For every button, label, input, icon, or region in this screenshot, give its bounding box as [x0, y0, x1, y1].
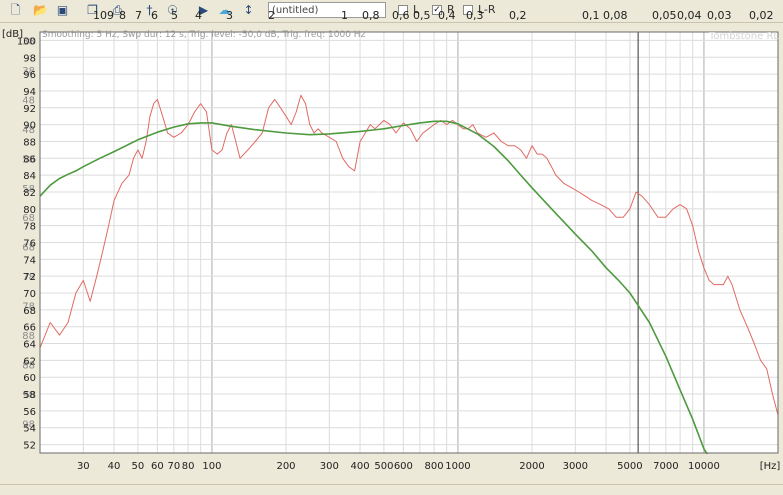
wavelength-tick: 7: [135, 9, 142, 22]
x-tick-label: 60: [151, 461, 164, 472]
wavelength-tick: 0,02: [749, 9, 774, 22]
y-tick-label: 54: [23, 424, 36, 435]
x-tick-label: 200: [276, 461, 295, 472]
wavelength-tick: 0,03: [707, 9, 732, 22]
status-text: Smoothing: 5 Hz, Swp dur: 12 s, Trig. le…: [42, 30, 366, 40]
wavelength-tick: 0,2: [509, 9, 527, 22]
x-tick-label: 70: [167, 461, 180, 472]
save-icon[interactable]: ▣: [55, 3, 70, 18]
y-tick-label: 90: [23, 121, 36, 132]
y-tick-label: 86: [23, 154, 36, 165]
wavelength-tick: 0,05: [652, 9, 677, 22]
x-tick-label: 600: [394, 461, 413, 472]
y-tick-label: 98: [23, 53, 36, 64]
y-tick-label: 56: [23, 407, 36, 418]
x-tick-label: 40: [108, 461, 121, 472]
x-tick-label: 80: [182, 461, 195, 472]
wavelength-tick: 0,1: [582, 9, 600, 22]
wavelength-tick: 0,8: [362, 9, 380, 22]
wavelength-tick: 1: [341, 9, 348, 22]
open-folder-icon[interactable]: 📂: [33, 3, 48, 18]
x-tick-label: 800: [425, 461, 444, 472]
wavelength-tick: 0,4: [438, 9, 456, 22]
y-tick-label: 68: [23, 306, 36, 317]
wavelength-tick: 0,08: [603, 9, 628, 22]
x-tick-label: 50: [132, 461, 145, 472]
y-tick-label: 78: [23, 222, 36, 233]
x-tick-label: 3000: [563, 461, 588, 472]
x-tick-label: 300: [320, 461, 339, 472]
wavelength-tick: 4: [195, 9, 202, 22]
wavelength-tick: 0,04: [677, 9, 702, 22]
wavelength-tick: 0,3: [466, 9, 484, 22]
x-tick-label: 5000: [617, 461, 642, 472]
y-tick-label: 96: [23, 70, 36, 81]
y-tick-label: 92: [23, 104, 36, 115]
x-tick-label: 2000: [519, 461, 544, 472]
grid-layer: [39, 31, 779, 454]
y-tick-label: 88: [23, 137, 36, 148]
x-tick-label: 30: [77, 461, 90, 472]
y-tick-label: 70: [23, 289, 36, 300]
wavelength-tick: 2: [268, 9, 275, 22]
y-tick-label: 58: [23, 390, 36, 401]
toolbar: 🗋 📂 ▣ ❐ ⎙ † ☉ ▶ ☁ ↕ (untitled) L ✓ R L-R…: [0, 0, 783, 23]
y-tick-label: 80: [23, 205, 36, 216]
y-tick-label: 72: [23, 272, 36, 283]
x-tick-label: 7000: [653, 461, 678, 472]
plot-area[interactable]: 38 38 48 48 58 58 68 68 78 78 88 88 98 98 52 54 56 58 60 6…: [0, 22, 783, 494]
y-tick-label: 84: [23, 171, 36, 182]
new-file-icon[interactable]: 🗋: [8, 3, 23, 18]
wavelength-tick: 3: [226, 9, 233, 22]
watermark: Tombstone RL: [708, 31, 779, 42]
x-axis-label: [Hz]: [760, 461, 781, 472]
wavelength-tick: 9: [107, 9, 114, 22]
frequency-response-chart[interactable]: 3838484858586868787888889898 52545658606…: [0, 22, 783, 494]
wavelength-tick: 0,5: [413, 9, 431, 22]
wavelength-tick: 10: [93, 9, 107, 22]
y-tick-label: 74: [23, 255, 36, 266]
x-tick-label: 10000: [688, 461, 720, 472]
y-tick-label: 62: [23, 356, 36, 367]
resize-icon[interactable]: ↕: [241, 3, 256, 18]
x-tick-label: 1000: [445, 461, 470, 472]
y-tick-label: 82: [23, 188, 36, 199]
wavelength-tick: 0,6: [392, 9, 410, 22]
y-tick-label: 60: [23, 373, 36, 384]
x-tick-label: 100: [202, 461, 221, 472]
y-tick-label: 66: [23, 323, 36, 334]
wavelength-tick: 6: [151, 9, 158, 22]
y-tick-label: 76: [23, 239, 36, 250]
wavelength-tick: 8: [119, 9, 126, 22]
y-tick-label: 94: [23, 87, 36, 98]
y-axis-label: [dB]: [2, 29, 23, 40]
wavelength-tick: 5: [171, 9, 178, 22]
y-tick-label: 52: [23, 441, 36, 452]
x-tick-label: 400: [351, 461, 370, 472]
x-tick-label: 500: [374, 461, 393, 472]
y-tick-label: 64: [23, 340, 36, 351]
